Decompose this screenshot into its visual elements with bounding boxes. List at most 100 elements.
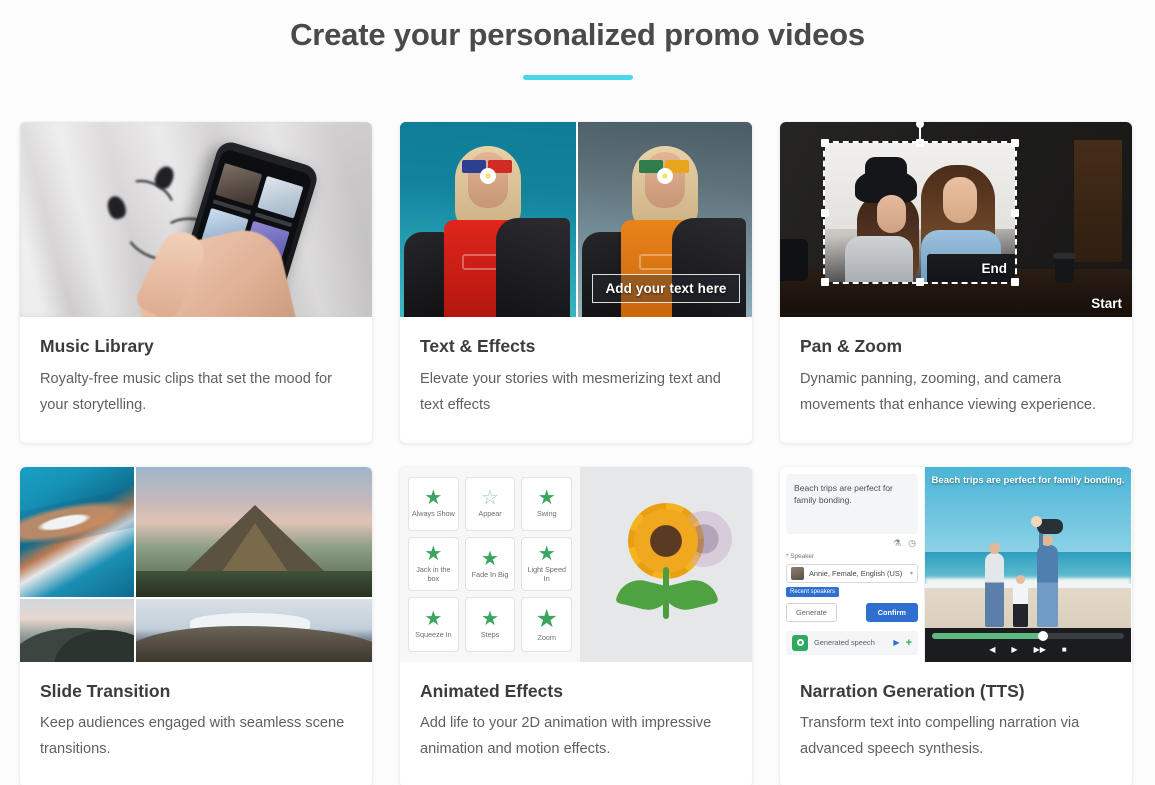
promo-features-page: Create your personalized promo videos Mu… [0, 0, 1155, 785]
effect-tile-squeeze-in[interactable]: ★ Squeeze In [408, 597, 459, 652]
star-icon: ★ [535, 604, 558, 633]
card-heading: Slide Transition [40, 680, 171, 701]
chair [780, 239, 808, 281]
previous-icon[interactable]: ◀ [989, 645, 995, 654]
music-library-image [20, 122, 372, 317]
effect-tile-zoom[interactable]: ★ Zoom [521, 597, 572, 652]
add-icon[interactable]: + [906, 637, 912, 649]
stop-icon[interactable]: ■ [1062, 645, 1067, 654]
text-effects-image: Add your text here [400, 122, 752, 317]
card-body: Narration Generation (TTS) Transform tex… [780, 662, 1132, 785]
sunflower-head [628, 502, 704, 579]
effect-tile-jack-in-the-box[interactable]: ★ Jack in the box [408, 537, 459, 592]
star-icon: ★ [424, 543, 443, 566]
photo-snowcapped-volcano [136, 598, 372, 662]
tts-image: Beach trips are perfect for family bondi… [780, 466, 1132, 662]
tts-editor-panel: Beach trips are perfect for family bondi… [780, 466, 925, 662]
effect-tile-fade-in-big[interactable]: ★ Fade In Big [464, 537, 516, 592]
speaker-select[interactable]: Annie, Female, English (US) ▾ [786, 563, 918, 583]
star-icon: ★ [424, 487, 443, 510]
start-label: Start [1091, 296, 1122, 311]
history-icon[interactable]: ◷ [908, 538, 916, 549]
photo-after: Add your text here [576, 122, 752, 317]
card-body: Animated Effects Add life to your 2D ani… [400, 662, 752, 785]
translate-icon[interactable]: ⚗ [893, 538, 901, 549]
album-art [256, 175, 304, 219]
coat [496, 218, 570, 317]
chevron-down-icon: ▾ [909, 570, 913, 577]
card-description: Royalty-free music clips that set the mo… [40, 370, 332, 413]
feature-card-animated-effects[interactable]: ★ Always Show ☆ Appear ★ Swing ★ Jack in… [400, 466, 752, 785]
star-icon: ★ [424, 608, 443, 631]
feature-card-narration-tts[interactable]: Beach trips are perfect for family bondi… [780, 466, 1132, 785]
card-body: Text & Effects Elevate your stories with… [400, 317, 752, 443]
effect-tile-steps[interactable]: ★ Steps [464, 597, 516, 652]
generated-speech-row[interactable]: Generated speech ▶ + [786, 630, 918, 655]
flower [480, 168, 496, 184]
recent-speakers-badge[interactable]: Recent speakers [786, 586, 840, 597]
star-icon: ☆ [481, 487, 499, 510]
effect-label: Fade In Big [471, 569, 509, 579]
card-description: Keep audiences engaged with seamless sce… [40, 715, 345, 758]
resize-handle-top-left[interactable] [821, 139, 829, 147]
video-player-bar: ◀ ▶ ▶▶ ■ [925, 627, 1131, 662]
photo-aerial-coast [20, 466, 134, 597]
next-icon[interactable]: ▶▶ [1034, 645, 1046, 654]
effect-tile-light-speed-in[interactable]: ★ Light Speed In [521, 537, 572, 592]
card-description: Add life to your 2D animation with impre… [420, 715, 712, 758]
effect-label: Squeeze In [415, 630, 452, 640]
photo-kirkjufell-mountain [136, 466, 372, 597]
card-heading: Animated Effects [420, 680, 563, 701]
star-icon: ★ [481, 547, 499, 570]
effect-tile-appear[interactable]: ☆ Appear [464, 476, 516, 532]
resize-handle-middle-left[interactable] [821, 208, 829, 217]
effect-tile-always-show[interactable]: ★ Always Show [408, 476, 459, 532]
progress-track[interactable] [932, 630, 1124, 641]
card-body: Slide Transition Keep audiences engaged … [20, 662, 372, 785]
effect-label: Swing [536, 509, 557, 519]
progress-knob[interactable] [1038, 630, 1049, 641]
tts-script-textarea[interactable]: Beach trips are perfect for family bondi… [786, 473, 918, 534]
feature-card-pan-zoom[interactable]: Start End Pan & Zoom Dynamic panning, zo… [780, 122, 1132, 443]
feature-card-text-effects[interactable]: Add your text here Text & Effects Elevat… [400, 122, 752, 443]
playback-controls: ◀ ▶ ▶▶ ■ [932, 645, 1124, 654]
coffee-cup [1053, 253, 1076, 283]
generated-speech-label: Generated speech [814, 638, 875, 648]
resize-handle-top-center[interactable] [916, 139, 924, 147]
speaker-value: Annie, Female, English (US) [809, 568, 903, 578]
person-baby [1031, 515, 1063, 534]
required-marker: * [786, 552, 789, 560]
tts-video-preview: Beach trips are perfect for family bondi… [925, 466, 1131, 662]
play-icon[interactable]: ▶ [893, 638, 899, 647]
effect-label: Zoom [537, 632, 556, 642]
generate-button[interactable]: Generate [786, 602, 837, 622]
crop-selection-box[interactable]: End [821, 122, 1019, 286]
person-mother [1037, 534, 1058, 627]
coat [404, 232, 446, 317]
resize-handle-bottom-right[interactable] [1011, 278, 1019, 286]
effect-label: Steps [480, 630, 500, 640]
resize-handle-top-right[interactable] [1011, 139, 1019, 147]
effect-label: Always Show [411, 509, 455, 519]
resize-handle-bottom-center[interactable] [916, 278, 924, 286]
card-description: Transform text into compelling narration… [800, 715, 1080, 758]
effects-picker-panel: ★ Always Show ☆ Appear ★ Swing ★ Jack in… [400, 466, 580, 662]
card-heading: Narration Generation (TTS) [800, 680, 1025, 701]
text-overlay-box[interactable]: Add your text here [592, 274, 740, 303]
play-icon[interactable]: ▶ [1011, 645, 1017, 654]
person-face [877, 195, 906, 233]
resize-handle-middle-right[interactable] [1011, 208, 1019, 217]
resize-handle-bottom-left[interactable] [821, 278, 829, 286]
tts-tool-icons: ⚗ ◷ [786, 538, 918, 549]
card-description: Dynamic panning, zooming, and camera mov… [800, 370, 1097, 413]
confirm-button[interactable]: Confirm [865, 602, 918, 622]
card-body: Music Library Royalty-free music clips t… [20, 317, 372, 443]
end-label: End [981, 261, 1008, 276]
feature-card-grid: Music Library Royalty-free music clips t… [20, 122, 1135, 785]
feature-card-music-library[interactable]: Music Library Royalty-free music clips t… [20, 122, 372, 443]
feature-card-slide-transition[interactable]: Slide Transition Keep audiences engaged … [20, 466, 372, 785]
person-child [1013, 574, 1028, 627]
photo-before [400, 122, 576, 317]
speaker-field-label: * Speaker [786, 553, 918, 560]
effect-tile-swing[interactable]: ★ Swing [521, 476, 572, 532]
